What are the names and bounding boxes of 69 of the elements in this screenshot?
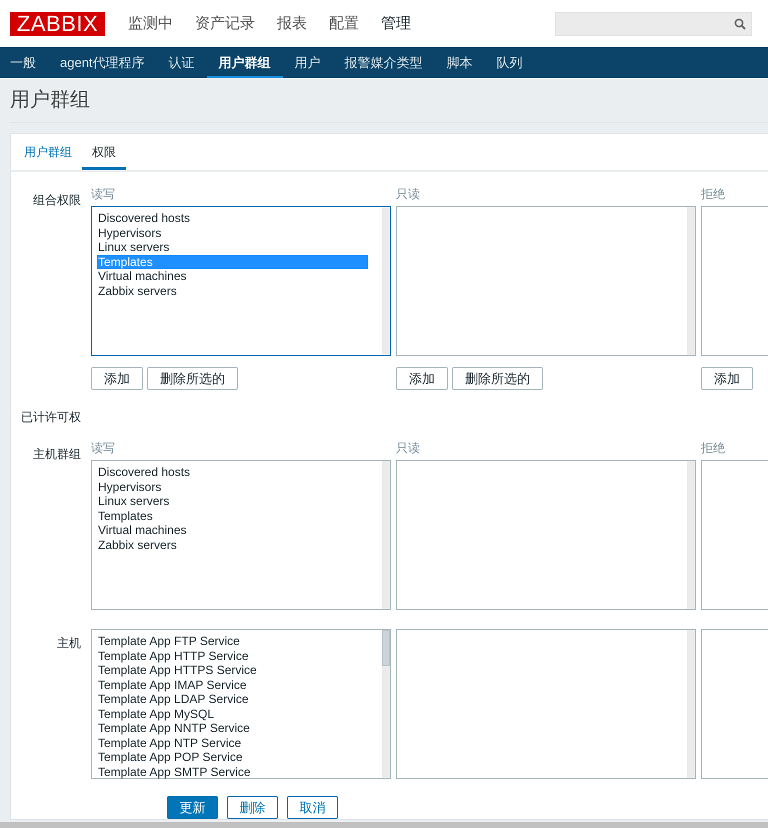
sub-navigation-item[interactable]: 队列 [484, 47, 535, 78]
scrollbar-track[interactable] [687, 630, 695, 778]
search-field[interactable] [555, 12, 752, 36]
menu-item[interactable]: 资产记录 [184, 0, 266, 47]
tab[interactable]: 权限 [82, 134, 126, 170]
field-label: 主机群组 [32, 446, 81, 463]
list-option[interactable]: Hypervisors [97, 480, 368, 494]
list-option[interactable]: Template App POP Service [97, 750, 368, 764]
action-button[interactable]: 更新 [167, 796, 218, 819]
list-option[interactable]: Template App MySQL [97, 706, 368, 721]
column-heading: 只读 [396, 440, 421, 456]
list-option[interactable]: Virtual machines [97, 269, 368, 284]
horizontal-scrollbar[interactable] [0, 822, 768, 828]
list-option[interactable]: Template App NTP Service [97, 736, 368, 750]
logo[interactable]: ZABBIX [10, 12, 105, 36]
column-heading: 读写 [91, 440, 116, 456]
sub-navigation-item[interactable]: 用户群组 [206, 47, 283, 78]
sub-navigation-item[interactable]: 用户 [282, 47, 333, 78]
list-option[interactable]: Template App NNTP Service [97, 721, 368, 736]
list-option[interactable]: Discovered hosts [97, 211, 368, 226]
scrollbar-track[interactable] [382, 461, 390, 609]
column-heading: 拒绝 [701, 186, 726, 202]
search-icon[interactable] [734, 18, 746, 30]
list-button[interactable]: 添加 [91, 367, 143, 390]
column-heading: 拒绝 [701, 440, 726, 456]
list-option[interactable]: Template App LDAP Service [97, 692, 368, 706]
list-option[interactable]: Discovered hosts [97, 465, 368, 480]
sub-navigation-item[interactable]: 脚本 [434, 47, 485, 78]
list-option[interactable]: Template App IMAP Service [97, 678, 368, 692]
sub-navigation-item[interactable]: 报警媒介类型 [332, 47, 435, 78]
menu-item[interactable]: 监测中 [117, 0, 184, 47]
list-option[interactable]: Template App FTP Service [97, 634, 368, 648]
list-option[interactable]: Templates [97, 508, 368, 523]
list-box[interactable]: Discovered hosts Hypervisors Linux servers Templates Virtual machines Zabbix servers [91, 206, 391, 356]
list-option[interactable]: Linux servers [97, 494, 368, 508]
list-option[interactable]: Template App HTTP Service [97, 648, 368, 663]
sub-navigation-item[interactable]: 一般 [0, 47, 48, 78]
list-button[interactable]: 添加 [701, 367, 753, 390]
menu-item[interactable]: 配置 [318, 0, 370, 47]
menu-item[interactable]: 报表 [266, 0, 318, 47]
sub-navigation-item[interactable]: 认证 [156, 47, 207, 78]
field-label: 主机 [56, 635, 81, 652]
scrollbar-thumb[interactable] [382, 630, 390, 666]
field-label: 组合权限 [32, 192, 81, 209]
scrollbar-track[interactable] [687, 207, 695, 355]
sub-navigation-item[interactable]: agent代理程序 [48, 47, 157, 78]
list-option[interactable]: Hypervisors [97, 226, 368, 240]
scrollbar-track[interactable] [382, 207, 390, 355]
scrollbar-track[interactable] [382, 630, 390, 778]
list-box[interactable]: Discovered hosts Hypervisors Linux servers Templates Virtual machines Zabbix servers [91, 460, 391, 610]
action-button[interactable]: 取消 [287, 796, 338, 819]
list-option[interactable]: Virtual machines [97, 523, 368, 538]
list-box[interactable] [91, 629, 391, 779]
page-title: 用户群组 [10, 78, 768, 123]
menu-item[interactable]: 管理 [370, 0, 422, 47]
tab[interactable]: 用户群组 [14, 134, 82, 170]
list-option[interactable]: Zabbix servers [97, 284, 368, 298]
list-option[interactable]: Linux servers [97, 240, 368, 254]
list-option[interactable]: Template App HTTPS Service [97, 663, 368, 678]
section-heading: 已计许可权 [20, 409, 82, 426]
list-button[interactable]: 删除所选的 [147, 367, 238, 390]
list-button[interactable]: 添加 [396, 367, 448, 390]
list-option[interactable]: Template App SMTP Service [97, 764, 368, 779]
list-button[interactable]: 删除所选的 [452, 367, 543, 390]
scrollbar-track[interactable] [687, 461, 695, 609]
action-button[interactable]: 删除 [227, 796, 278, 819]
column-heading: 读写 [91, 186, 116, 202]
list-option[interactable]: Zabbix servers [97, 538, 368, 552]
column-heading: 只读 [396, 186, 421, 202]
